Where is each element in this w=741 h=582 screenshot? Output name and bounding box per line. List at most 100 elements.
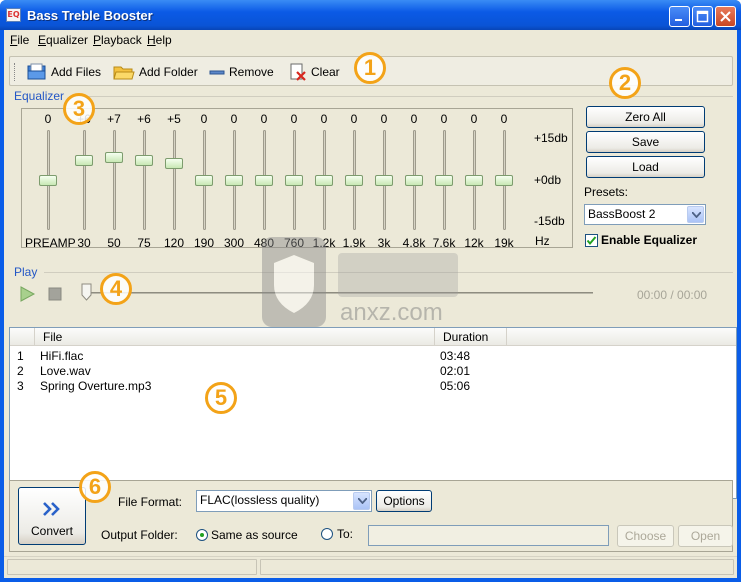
- eq-band-slider[interactable]: [345, 175, 363, 186]
- add-files-icon: [27, 63, 46, 80]
- time-display: 00:00 / 00:00: [637, 288, 708, 302]
- load-button[interactable]: Load: [586, 156, 705, 178]
- maximize-button[interactable]: [692, 6, 713, 27]
- menu-equalizer[interactable]: Equalizer: [38, 33, 88, 47]
- app-icon: EQ: [6, 8, 21, 22]
- eq-band-track[interactable]: [83, 130, 86, 230]
- eq-band-2: +7 50: [99, 112, 129, 252]
- eq-band-frequency: 120: [163, 236, 185, 250]
- add-files-button[interactable]: Add Files: [27, 62, 101, 82]
- minimize-button[interactable]: [669, 6, 690, 27]
- eq-band-frequency: 3k: [377, 236, 391, 250]
- eq-band-frequency: 190: [193, 236, 215, 250]
- output-folder-label: Output Folder:: [101, 528, 178, 542]
- file-list[interactable]: File Duration 1 HiFi.flac 03:48 2 Love.wav 02…: [9, 327, 737, 499]
- eq-band-slider[interactable]: [255, 175, 273, 186]
- col-number-header[interactable]: [10, 328, 35, 346]
- enable-equalizer-checkbox[interactable]: [585, 234, 598, 247]
- zero-all-button[interactable]: Zero All: [586, 106, 705, 128]
- to-folder-radio[interactable]: [321, 528, 333, 540]
- same-as-source-label[interactable]: Same as source: [211, 528, 298, 542]
- to-label[interactable]: To:: [337, 527, 353, 541]
- eq-band-value: +6: [137, 112, 151, 126]
- presets-value: BassBoost 2: [588, 207, 656, 221]
- same-as-source-radio[interactable]: [196, 529, 208, 541]
- play-button[interactable]: [18, 285, 36, 306]
- eq-band-slider[interactable]: [375, 175, 393, 186]
- eq-band-slider[interactable]: [105, 151, 123, 163]
- eq-band-slider[interactable]: [495, 175, 513, 186]
- callout-3: 3: [63, 93, 95, 125]
- add-folder-button[interactable]: Add Folder: [113, 62, 198, 82]
- menu-file[interactable]: File: [10, 33, 29, 47]
- eq-band-slider[interactable]: [75, 155, 93, 166]
- clear-button[interactable]: Clear: [289, 62, 340, 82]
- row-number: 2: [17, 364, 24, 378]
- eq-band-slider[interactable]: [225, 175, 243, 186]
- eq-band-slider[interactable]: [39, 175, 57, 186]
- open-button[interactable]: Open: [678, 525, 733, 547]
- col-file-header[interactable]: File: [35, 328, 435, 346]
- eq-band-value: 0: [500, 112, 508, 126]
- stop-button[interactable]: [48, 287, 62, 304]
- presets-dropdown-button[interactable]: [687, 206, 704, 223]
- eq-band-value: 0: [320, 112, 328, 126]
- eq-band-frequency: 12k: [464, 236, 484, 250]
- enable-equalizer-label[interactable]: Enable Equalizer: [601, 233, 697, 247]
- eq-band-slider[interactable]: [285, 175, 303, 186]
- add-files-label: Add Files: [51, 65, 102, 79]
- folder-icon: [113, 66, 135, 80]
- table-row[interactable]: 2 Love.wav 02:01: [10, 364, 736, 379]
- eq-band-frequency: 30: [77, 236, 91, 250]
- callout-4: 4: [100, 273, 132, 305]
- eq-band-7: 0 480: [249, 112, 279, 252]
- menu-playback[interactable]: Playback: [93, 33, 142, 47]
- file-format-label: File Format:: [118, 495, 183, 509]
- save-button[interactable]: Save: [586, 131, 705, 153]
- eq-band-0: 0 PREAMP: [25, 112, 76, 252]
- eq-band-9: 0 1.2k: [309, 112, 339, 252]
- output-path-input[interactable]: [368, 525, 609, 546]
- toolbar-grip[interactable]: [14, 63, 17, 81]
- seek-track[interactable]: [84, 292, 593, 294]
- file-format-dropdown-button[interactable]: [353, 492, 370, 510]
- options-button[interactable]: Options: [376, 490, 432, 512]
- eq-band-5: 0 190: [189, 112, 219, 252]
- convert-label: Convert: [30, 524, 74, 538]
- checkmark-icon: [586, 236, 597, 246]
- close-button[interactable]: [715, 6, 736, 27]
- eq-band-track[interactable]: [173, 130, 176, 230]
- eq-band-frequency: PREAMP: [25, 236, 76, 250]
- menu-help[interactable]: Help: [147, 33, 172, 47]
- scale-min-label: -15db: [534, 214, 565, 228]
- eq-band-slider[interactable]: [465, 175, 483, 186]
- eq-band-slider[interactable]: [135, 155, 153, 166]
- convert-button[interactable]: Convert: [18, 487, 86, 545]
- eq-band-slider[interactable]: [315, 175, 333, 186]
- eq-band-3: +6 75: [129, 112, 159, 252]
- table-row[interactable]: 3 Spring Overture.mp3 05:06: [10, 379, 736, 394]
- row-number: 3: [17, 379, 24, 393]
- remove-label: Remove: [229, 65, 274, 79]
- presets-select[interactable]: BassBoost 2: [584, 204, 706, 225]
- eq-band-track[interactable]: [143, 130, 146, 230]
- eq-band-slider[interactable]: [405, 175, 423, 186]
- clear-label: Clear: [311, 65, 340, 79]
- eq-band-slider[interactable]: [195, 175, 213, 186]
- remove-button[interactable]: Remove: [209, 62, 274, 82]
- eq-band-track[interactable]: [113, 130, 116, 230]
- file-list-header: File Duration: [10, 328, 736, 346]
- close-icon: [720, 11, 731, 22]
- eq-band-slider[interactable]: [165, 158, 183, 170]
- table-row[interactable]: 1 HiFi.flac 03:48: [10, 349, 736, 364]
- col-duration-header[interactable]: Duration: [435, 328, 507, 346]
- eq-band-14: 0 12k: [459, 112, 489, 252]
- title-bar[interactable]: EQ Bass Treble Booster: [0, 0, 741, 30]
- seek-thumb[interactable]: [81, 283, 92, 304]
- choose-button[interactable]: Choose: [617, 525, 674, 547]
- scale-mid-label: +0db: [534, 173, 562, 187]
- callout-1: 1: [354, 52, 386, 84]
- callout-2: 2: [609, 67, 641, 99]
- file-format-select[interactable]: FLAC(lossless quality): [196, 490, 372, 512]
- eq-band-slider[interactable]: [435, 175, 453, 186]
